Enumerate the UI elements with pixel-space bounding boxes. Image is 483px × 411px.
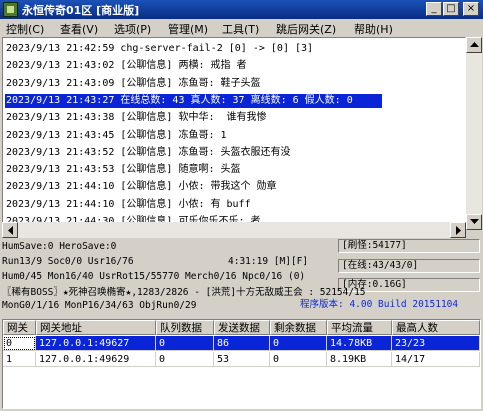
scroll-left-button[interactable] xyxy=(2,222,18,238)
arrow-down-icon xyxy=(470,219,479,224)
save-status: HumSave:0 HeroSave:0 xyxy=(2,241,117,252)
version-label: 程序版本: 4.00 Build 20151104 xyxy=(300,296,459,310)
column-header[interactable]: 平均流量 xyxy=(327,320,392,335)
table-cell[interactable]: 8.19KB xyxy=(327,352,392,367)
table-cell[interactable]: 0 xyxy=(270,352,327,367)
table-cell[interactable]: 0 xyxy=(156,352,214,367)
log-panel[interactable]: 2023/9/13 21:42:59 chg-server-fail-2 [0]… xyxy=(2,37,466,230)
menu-manage[interactable]: 管理(M) xyxy=(168,21,208,37)
arrow-up-icon xyxy=(470,42,479,47)
menu-view[interactable]: 查看(V) xyxy=(60,21,98,37)
scroll-down-button[interactable] xyxy=(466,214,482,230)
status-panel: HumSave:0 HeroSave:0 Run13/9 Soc0/0 Usr1… xyxy=(0,238,483,319)
object-status: Hum0/45 Mon16/40 UsrRot15/55770 Merch0/1… xyxy=(2,271,306,282)
column-header[interactable]: 最高人数 xyxy=(392,320,480,335)
table-cell[interactable]: 14.78KB xyxy=(327,336,392,351)
scroll-up-button[interactable] xyxy=(466,37,482,53)
table-cell[interactable]: 127.0.0.1:49627 xyxy=(36,336,156,351)
menu-help[interactable]: 帮助(H) xyxy=(354,21,393,37)
log-line[interactable]: 2023/9/13 21:43:38 [公聊信息] 软中华: 谁有我惨 xyxy=(6,111,267,125)
minimize-button[interactable]: _ xyxy=(426,2,442,16)
table-cell[interactable]: 1 xyxy=(3,352,36,367)
column-header[interactable]: 发送数据 xyxy=(214,320,270,335)
refresh-box: [刷怪:54177] xyxy=(338,239,480,253)
log-line[interactable]: 2023/9/13 21:43:27 在线总数: 43 真人数: 37 离线数:… xyxy=(5,93,382,108)
server-window: 永恒传奇01区 [商业版] _ □ × 控制(C) 查看(V) 选项(P) 管理… xyxy=(0,0,483,411)
menu-control[interactable]: 控制(C) xyxy=(6,21,44,37)
monster-status: MonG0/1/16 MonP16/34/63 ObjRun0/29 xyxy=(2,300,197,311)
vertical-scrollbar[interactable] xyxy=(466,37,482,230)
table-cell[interactable]: 0 xyxy=(156,336,214,351)
table-cell[interactable]: 14/17 xyxy=(392,352,480,367)
table-cell[interactable]: 127.0.0.1:49629 xyxy=(36,352,156,367)
arrow-left-icon xyxy=(8,226,13,235)
log-line[interactable]: 2023/9/13 21:43:53 [公聊信息] 随意啊: 头盔 xyxy=(6,163,241,177)
log-line[interactable]: 2023/9/13 21:44:10 [公聊信息] 小侬: 有 buff xyxy=(6,198,251,212)
column-header[interactable]: 网关地址 xyxy=(36,320,156,335)
gateway-table[interactable]: 网关 网关地址 队列数据 发送数据 剩余数据 平均流量 最高人数 0 127.0.0.1:496… xyxy=(2,319,481,409)
log-line[interactable]: 2023/9/13 21:43:52 [公聊信息] 冻鱼哥: 头盔衣服还有没 xyxy=(6,146,291,160)
maximize-button[interactable]: □ xyxy=(443,2,459,16)
online-box: [在线:43/43/0] xyxy=(338,259,480,273)
window-title: 永恒传奇01区 [商业版] xyxy=(22,4,140,17)
table-cell[interactable]: 53 xyxy=(214,352,270,367)
log-line[interactable]: 2023/9/13 21:43:02 [公聊信息] 两横: 戒指 者 xyxy=(6,59,247,73)
table-cell[interactable]: 86 xyxy=(214,336,270,351)
log-line[interactable]: 2023/9/13 21:44:10 [公聊信息] 小侬: 带我这个 勋章 xyxy=(6,180,277,194)
log-line[interactable]: 2023/9/13 21:43:45 [公聊信息] 冻鱼哥: 1 xyxy=(6,129,227,143)
arrow-right-icon xyxy=(456,226,461,235)
horizontal-scrollbar[interactable] xyxy=(2,222,466,238)
app-icon[interactable] xyxy=(3,2,18,17)
table-cell[interactable]: 0 xyxy=(270,336,327,351)
table-cell[interactable]: 23/23 xyxy=(392,336,480,351)
menu-gateway[interactable]: 跳后网关(Z) xyxy=(276,21,336,37)
column-header[interactable]: 队列数据 xyxy=(156,320,214,335)
menu-options[interactable]: 选项(P) xyxy=(114,21,151,37)
run-status: Run13/9 Soc0/0 Usr16/76 xyxy=(2,256,134,267)
log-line[interactable]: 2023/9/13 21:42:59 chg-server-fail-2 [0]… xyxy=(6,42,313,56)
column-header[interactable]: 网关 xyxy=(3,320,36,335)
log-line[interactable]: 2023/9/13 21:43:09 [公聊信息] 冻鱼哥: 鞋子头盔 xyxy=(6,77,261,91)
table-cell[interactable]: 0 xyxy=(3,336,36,351)
scroll-right-button[interactable] xyxy=(450,222,466,238)
clock-status: 4:31:19 [M][F] xyxy=(228,256,309,267)
menu-tools[interactable]: 工具(T) xyxy=(222,21,259,37)
menu-bar: 控制(C) 查看(V) 选项(P) 管理(M) 工具(T) 跳后网关(Z) 帮助… xyxy=(0,19,483,37)
title-bar[interactable]: 永恒传奇01区 [商业版] _ □ × xyxy=(0,0,483,19)
close-button[interactable]: × xyxy=(463,2,479,16)
column-header[interactable]: 剩余数据 xyxy=(270,320,327,335)
